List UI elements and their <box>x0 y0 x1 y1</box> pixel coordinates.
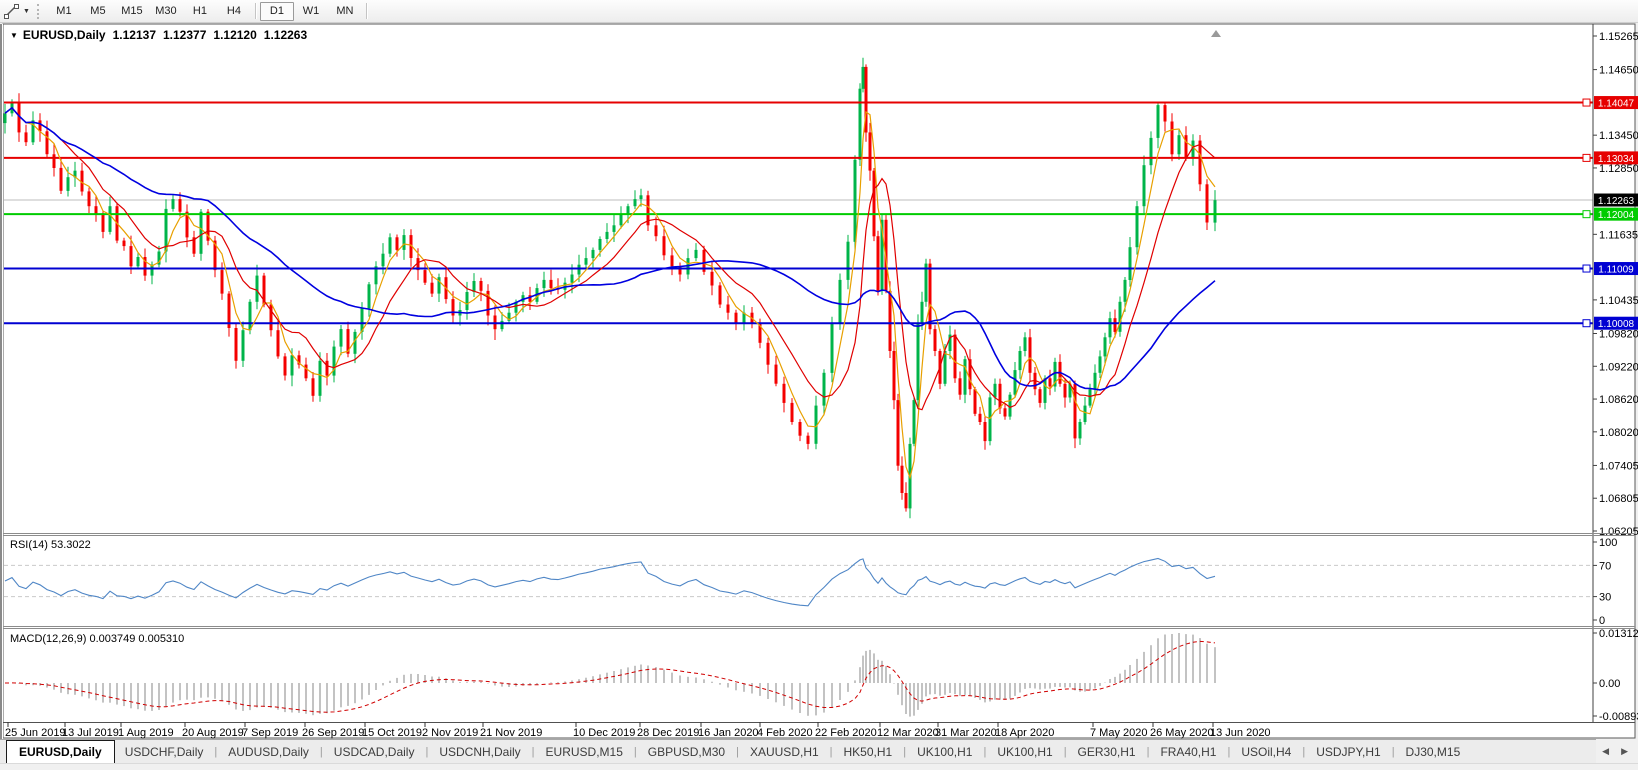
line-endpoint-marker <box>1583 265 1590 272</box>
ohlc-high: 1.12377 <box>163 28 206 42</box>
chart-tab-fra40-h1[interactable]: FRA40,H1 <box>1150 742 1226 763</box>
svg-text:13 Jun 2020: 13 Jun 2020 <box>1210 727 1271 739</box>
svg-text:18 Apr 2020: 18 Apr 2020 <box>995 727 1054 739</box>
svg-text:1.14047: 1.14047 <box>1598 99 1635 110</box>
svg-text:1.15265: 1.15265 <box>1599 31 1638 43</box>
svg-text:26 May 2020: 26 May 2020 <box>1150 727 1214 739</box>
chart-tab-usdchf-daily[interactable]: USDCHF,Daily <box>115 742 214 763</box>
svg-text:31 Mar 2020: 31 Mar 2020 <box>935 727 997 739</box>
timeframe-button-w1[interactable]: W1 <box>294 2 328 21</box>
chart-tab-xauusd-h1[interactable]: XAUUSD,H1 <box>740 742 829 763</box>
chart-tab-uk100-h1[interactable]: UK100,H1 <box>987 742 1062 763</box>
ohlc-low: 1.12120 <box>213 28 256 42</box>
svg-text:16 Jan 2020: 16 Jan 2020 <box>698 727 759 739</box>
window-left-edge <box>0 24 3 739</box>
svg-text:1.08020: 1.08020 <box>1599 427 1638 439</box>
svg-text:1.09820: 1.09820 <box>1599 328 1638 340</box>
chart-canvas[interactable]: 1.152651.146501.134501.128501.116351.104… <box>0 0 1638 739</box>
line-endpoint-marker <box>1583 154 1590 161</box>
svg-text:1.08620: 1.08620 <box>1599 394 1638 406</box>
svg-text:1.10435: 1.10435 <box>1599 295 1638 307</box>
chart-tab-uk100-h1[interactable]: UK100,H1 <box>907 742 982 763</box>
tab-scroll-right-icon[interactable]: ▶ <box>1621 746 1628 757</box>
chart-tab-usdjpy-h1[interactable]: USDJPY,H1 <box>1306 742 1390 763</box>
svg-text:1.07405: 1.07405 <box>1599 460 1638 472</box>
svg-text:1.06805: 1.06805 <box>1599 493 1638 505</box>
line-endpoint-marker <box>1583 99 1590 106</box>
svg-text:4 Feb 2020: 4 Feb 2020 <box>757 727 813 739</box>
chart-tab-ger30-h1[interactable]: GER30,H1 <box>1068 742 1146 763</box>
chart-tab-gbpusd-m30[interactable]: GBPUSD,M30 <box>638 742 735 763</box>
svg-text:-0.008933: -0.008933 <box>1599 711 1638 723</box>
tool-dropdown-caret[interactable]: ▼ <box>23 8 30 15</box>
svg-text:20 Aug 2019: 20 Aug 2019 <box>182 727 244 739</box>
svg-text:15 Oct 2019: 15 Oct 2019 <box>362 727 422 739</box>
chart-tab-usdcad-daily[interactable]: USDCAD,Daily <box>324 742 425 763</box>
timeframe-button-row: M1M5M15M30H1H4 D1W1MN <box>47 2 371 21</box>
chart-tab-hk50-h1[interactable]: HK50,H1 <box>834 742 903 763</box>
toolbar-separator <box>366 3 367 19</box>
line-endpoint-marker <box>1583 320 1590 327</box>
timeframe-button-mn[interactable]: MN <box>328 2 362 21</box>
chart-tab-usoil-h4[interactable]: USOil,H4 <box>1231 742 1301 763</box>
chart-window-frame <box>3 24 1635 738</box>
svg-text:25 Jun 2019: 25 Jun 2019 <box>5 727 66 739</box>
svg-text:2 Nov 2019: 2 Nov 2019 <box>422 727 478 739</box>
svg-text:1.11635: 1.11635 <box>1599 229 1638 241</box>
chart-tab-dj30-m15[interactable]: DJ30,M15 <box>1396 742 1471 763</box>
ohlc-close: 1.12263 <box>264 28 307 42</box>
svg-text:1.11009: 1.11009 <box>1598 265 1634 276</box>
svg-text:13 Jul 2019: 13 Jul 2019 <box>62 727 119 739</box>
collapse-caret-icon[interactable]: ▼ <box>10 31 18 40</box>
rsi-indicator-label: RSI(14) 53.3022 <box>10 539 91 551</box>
svg-text:30: 30 <box>1599 592 1611 604</box>
toolbar-grip <box>37 4 39 19</box>
chart-tab-usdcnh-daily[interactable]: USDCNH,Daily <box>429 742 530 763</box>
chart-tab-audusd-daily[interactable]: AUDUSD,Daily <box>218 742 319 763</box>
svg-text:1.13450: 1.13450 <box>1599 130 1638 142</box>
svg-text:12 Mar 2020: 12 Mar 2020 <box>877 727 939 739</box>
svg-text:10 Dec 2019: 10 Dec 2019 <box>573 727 635 739</box>
timeframe-button-m5[interactable]: M5 <box>81 2 115 21</box>
svg-text:0.013121: 0.013121 <box>1599 628 1638 640</box>
svg-text:0.00: 0.00 <box>1599 678 1620 690</box>
timeframe-button-m1[interactable]: M1 <box>47 2 81 21</box>
tab-scroll-arrows: ◀ ▶ <box>1602 746 1628 757</box>
svg-text:26 Sep 2019: 26 Sep 2019 <box>302 727 364 739</box>
svg-text:1 Aug 2019: 1 Aug 2019 <box>118 727 174 739</box>
toolbar-separator <box>255 3 256 19</box>
timeframe-button-m15[interactable]: M15 <box>115 2 149 21</box>
svg-text:1.10008: 1.10008 <box>1598 319 1635 330</box>
line-endpoint-marker <box>1583 211 1590 218</box>
svg-text:7 May 2020: 7 May 2020 <box>1090 727 1147 739</box>
svg-text:28 Dec 2019: 28 Dec 2019 <box>637 727 699 739</box>
chart-title: ▼ EURUSD,Daily 1.12137 1.12377 1.12120 1… <box>10 28 314 42</box>
svg-text:1.14650: 1.14650 <box>1599 65 1638 77</box>
svg-text:70: 70 <box>1599 560 1611 572</box>
timeframe-button-h1[interactable]: H1 <box>183 2 217 21</box>
crosshair-icon[interactable] <box>3 3 21 19</box>
svg-text:22 Feb 2020: 22 Feb 2020 <box>815 727 877 739</box>
ohlc-open: 1.12137 <box>113 28 156 42</box>
svg-text:1.12004: 1.12004 <box>1598 210 1635 221</box>
chart-tab-eurusd-daily[interactable]: EURUSD,Daily <box>6 740 115 763</box>
timeframe-button-m30[interactable]: M30 <box>149 2 183 21</box>
tab-scroll-left-icon[interactable]: ◀ <box>1602 746 1609 757</box>
chart-tab-bar: EURUSD,DailyUSDCHF,Daily|AUDUSD,Daily|US… <box>0 739 1596 763</box>
svg-text:7 Sep 2019: 7 Sep 2019 <box>242 727 298 739</box>
timeframe-button-d1[interactable]: D1 <box>260 2 294 21</box>
chart-symbol: EURUSD,Daily <box>23 28 106 42</box>
svg-text:1.12263: 1.12263 <box>1598 196 1635 207</box>
svg-text:0: 0 <box>1599 615 1605 627</box>
chart-tab-eurusd-m15[interactable]: EURUSD,M15 <box>536 742 633 763</box>
macd-indicator-label: MACD(12,26,9) 0.003749 0.005310 <box>10 633 184 645</box>
svg-text:1.09220: 1.09220 <box>1599 361 1638 373</box>
svg-text:21 Nov 2019: 21 Nov 2019 <box>480 727 542 739</box>
svg-text:1.13034: 1.13034 <box>1598 154 1635 165</box>
timeframe-button-h4[interactable]: H4 <box>217 2 251 21</box>
top-toolbar: ▼ M1M5M15M30H1H4 D1W1MN <box>0 0 1638 23</box>
svg-text:100: 100 <box>1599 537 1617 549</box>
